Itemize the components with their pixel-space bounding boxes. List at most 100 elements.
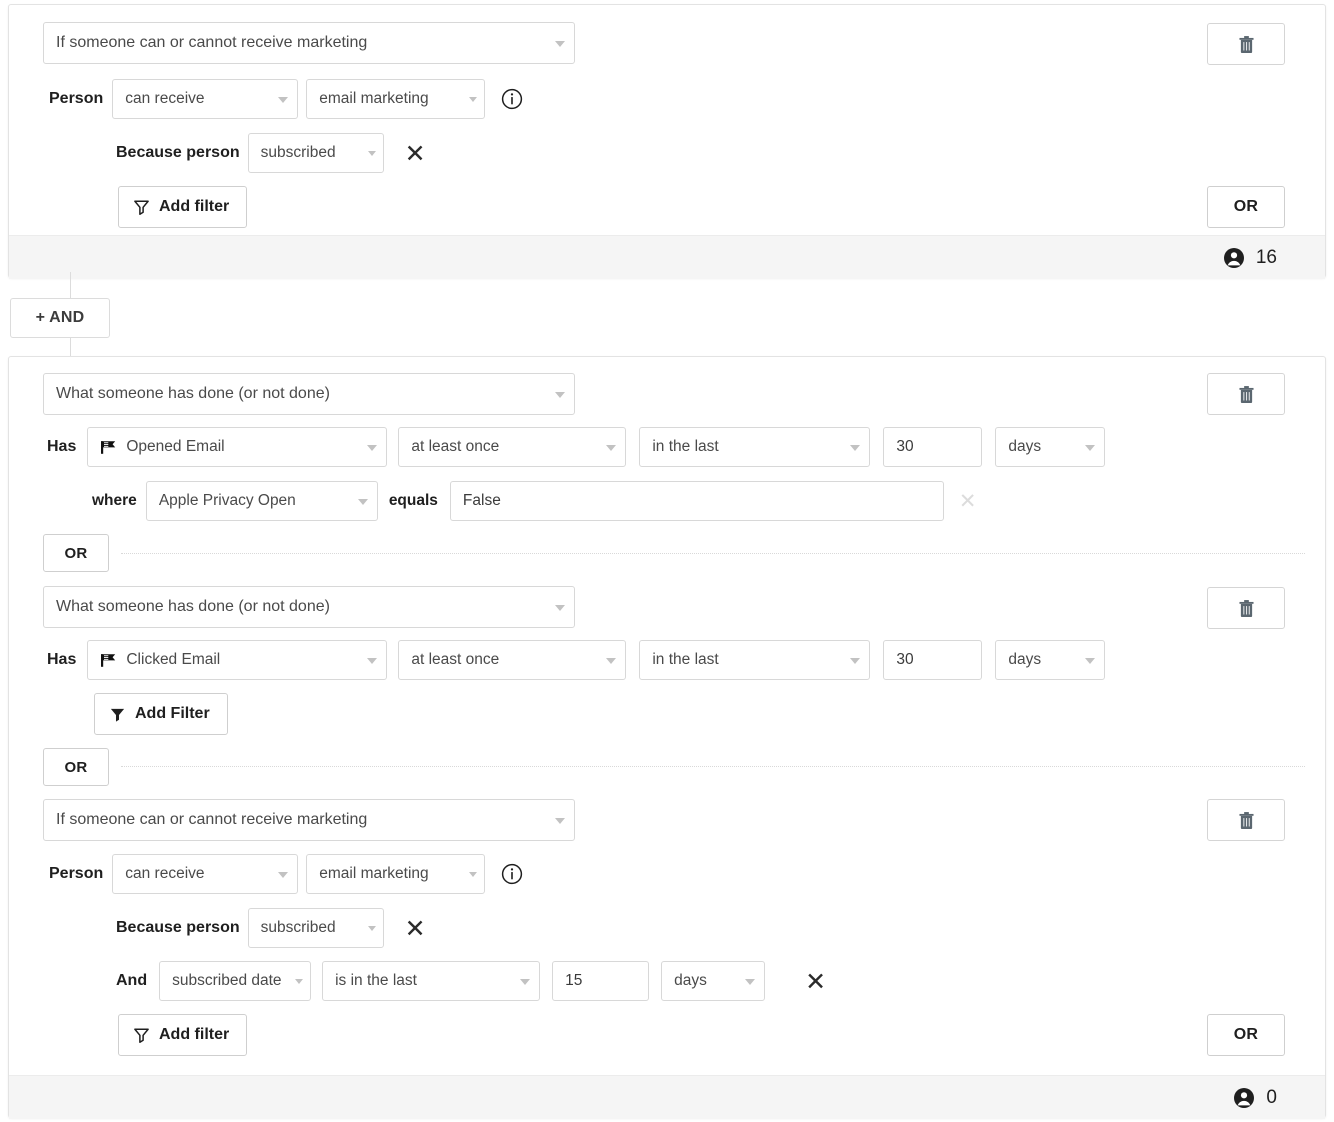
remove-subscribed-date-filter-button[interactable]: ✕: [805, 969, 826, 994]
trash-icon: [1239, 36, 1254, 53]
event-select-2a[interactable]: Opened Email: [87, 427, 387, 467]
person-label-2c: Person: [49, 865, 103, 883]
date-amount-input-2c[interactable]: 15: [552, 961, 649, 1001]
or-separator-button-2[interactable]: OR: [43, 748, 109, 786]
frequency-select-2b[interactable]: at least once: [398, 640, 626, 680]
remove-property-filter-2a-button[interactable]: ✕: [959, 491, 977, 512]
timeframe-amount-input-2b[interactable]: 30: [883, 640, 982, 680]
because-reason-select-1[interactable]: subscribed: [248, 133, 384, 173]
timeframe-amount-input-2b-value: 30: [896, 651, 913, 669]
chevron-down-icon: [745, 979, 755, 985]
chevron-down-icon: [295, 979, 303, 984]
chevron-down-icon: [555, 605, 565, 611]
channel-select-2c[interactable]: email marketing: [306, 854, 485, 894]
add-filter-button-1-label: Add filter: [159, 198, 229, 216]
or-divider-2: [121, 766, 1305, 767]
condition-type-select-2a-value: What someone has done (or not done): [56, 385, 330, 403]
or-separator-button-1-label: OR: [64, 545, 87, 562]
condition-group-1: If someone can or cannot receive marketi…: [8, 4, 1326, 278]
person-icon: [1233, 1087, 1255, 1109]
add-filter-button-2b-label: Add Filter: [135, 705, 210, 723]
because-reason-select-2c[interactable]: subscribed: [248, 908, 384, 948]
condition-group-2: What someone has done (or not done) Has: [8, 356, 1326, 1118]
timeframe-select-2b[interactable]: in the last: [639, 640, 870, 680]
funnel-outline-icon: [133, 1027, 150, 1044]
profile-count-2: 0: [1233, 1087, 1277, 1109]
person-ability-row-1: Person can receive email marketing: [49, 79, 523, 119]
trash-icon: [1239, 600, 1254, 617]
event-row-2a: Has Opened Email at least once: [47, 427, 1105, 467]
because-person-label-2c: Because person: [116, 919, 240, 937]
because-reason-select-1-value: subscribed: [261, 144, 336, 162]
add-filter-button-2b[interactable]: Add Filter: [94, 693, 228, 735]
or-separator-button-2-label: OR: [64, 759, 87, 776]
equals-label-2a: equals: [389, 492, 438, 510]
chevron-down-icon: [367, 445, 377, 451]
condition-type-select-2c[interactable]: If someone can or cannot receive marketi…: [43, 799, 575, 841]
property-value-input-2a-value: False: [463, 492, 501, 510]
ability-select-1[interactable]: can receive: [112, 79, 298, 119]
ability-select-2c[interactable]: can receive: [112, 854, 298, 894]
frequency-select-2a-value: at least once: [411, 438, 499, 456]
remove-because-condition-1-button[interactable]: ✕: [405, 141, 426, 166]
timeframe-unit-select-2a[interactable]: days: [995, 427, 1105, 467]
condition-type-select-1-value: If someone can or cannot receive marketi…: [56, 34, 367, 52]
timeframe-select-2a[interactable]: in the last: [639, 427, 870, 467]
channel-select-1-value: email marketing: [319, 90, 428, 108]
frequency-select-2a[interactable]: at least once: [398, 427, 626, 467]
add-and-group-button[interactable]: + AND: [10, 298, 110, 338]
delete-sub-condition-2c-button[interactable]: [1207, 799, 1285, 841]
condition-type-select-2b[interactable]: What someone has done (or not done): [43, 586, 575, 628]
chevron-down-icon: [469, 872, 477, 877]
channel-select-1[interactable]: email marketing: [306, 79, 485, 119]
delete-condition-group-1-button[interactable]: [1207, 23, 1285, 65]
person-label-1: Person: [49, 90, 103, 108]
chevron-down-icon: [555, 392, 565, 398]
or-separator-button-1[interactable]: OR: [43, 534, 109, 572]
condition-group-1-body: If someone can or cannot receive marketi…: [9, 5, 1325, 235]
add-filter-button-2c[interactable]: Add filter: [118, 1014, 247, 1056]
property-value-input-2a[interactable]: False: [450, 481, 944, 521]
chevron-down-icon: [368, 151, 376, 156]
condition-type-select-2b-value: What someone has done (or not done): [56, 598, 330, 616]
event-select-2b-value: Clicked Email: [126, 651, 220, 669]
date-unit-select-2c-value: days: [674, 972, 707, 990]
delete-sub-condition-2a-button[interactable]: [1207, 373, 1285, 415]
add-filter-button-1[interactable]: Add filter: [118, 186, 247, 228]
timeframe-amount-input-2a[interactable]: 30: [883, 427, 982, 467]
property-filter-row-2a: where Apple Privacy Open equals False ✕: [92, 481, 977, 521]
chevron-down-icon: [368, 926, 376, 931]
add-or-condition-button-1[interactable]: OR: [1207, 186, 1285, 228]
add-or-condition-button-2[interactable]: OR: [1207, 1014, 1285, 1056]
timeframe-amount-input-2a-value: 30: [896, 438, 913, 456]
timeframe-unit-select-2b[interactable]: days: [995, 640, 1105, 680]
date-property-select-2c[interactable]: subscribed date: [159, 961, 311, 1001]
event-select-2b[interactable]: Clicked Email: [87, 640, 387, 680]
date-unit-select-2c[interactable]: days: [661, 961, 765, 1001]
date-operator-select-2c[interactable]: is in the last: [322, 961, 540, 1001]
property-select-2a-value: Apple Privacy Open: [159, 492, 296, 510]
condition-type-select-2c-value: If someone can or cannot receive marketi…: [56, 811, 367, 829]
marketing-info-tooltip-button[interactable]: [501, 88, 523, 110]
chevron-down-icon: [358, 499, 368, 505]
chevron-down-icon: [278, 97, 288, 103]
because-person-label-1: Because person: [116, 144, 240, 162]
because-person-row-1: Because person subscribed ✕: [116, 133, 426, 173]
delete-sub-condition-2b-button[interactable]: [1207, 587, 1285, 629]
condition-type-select-1[interactable]: If someone can or cannot receive marketi…: [43, 22, 575, 64]
condition-type-select-2a[interactable]: What someone has done (or not done): [43, 373, 575, 415]
marketing-info-tooltip-button-2c[interactable]: [501, 863, 523, 885]
property-select-2a[interactable]: Apple Privacy Open: [146, 481, 378, 521]
chevron-down-icon: [278, 872, 288, 878]
chevron-down-icon: [555, 818, 565, 824]
timeframe-unit-select-2b-value: days: [1008, 651, 1041, 669]
add-or-condition-button-2-label: OR: [1234, 1026, 1259, 1044]
remove-because-condition-2c-button[interactable]: ✕: [405, 916, 426, 941]
chevron-down-icon: [850, 658, 860, 664]
trash-icon: [1239, 812, 1254, 829]
funnel-outline-icon: [133, 199, 150, 216]
subscribed-date-row-2c: And subscribed date is in the last 15 da…: [116, 961, 826, 1001]
chevron-down-icon: [606, 445, 616, 451]
profile-count-2-value: 0: [1266, 1087, 1277, 1109]
profile-count-1-value: 16: [1256, 247, 1277, 269]
